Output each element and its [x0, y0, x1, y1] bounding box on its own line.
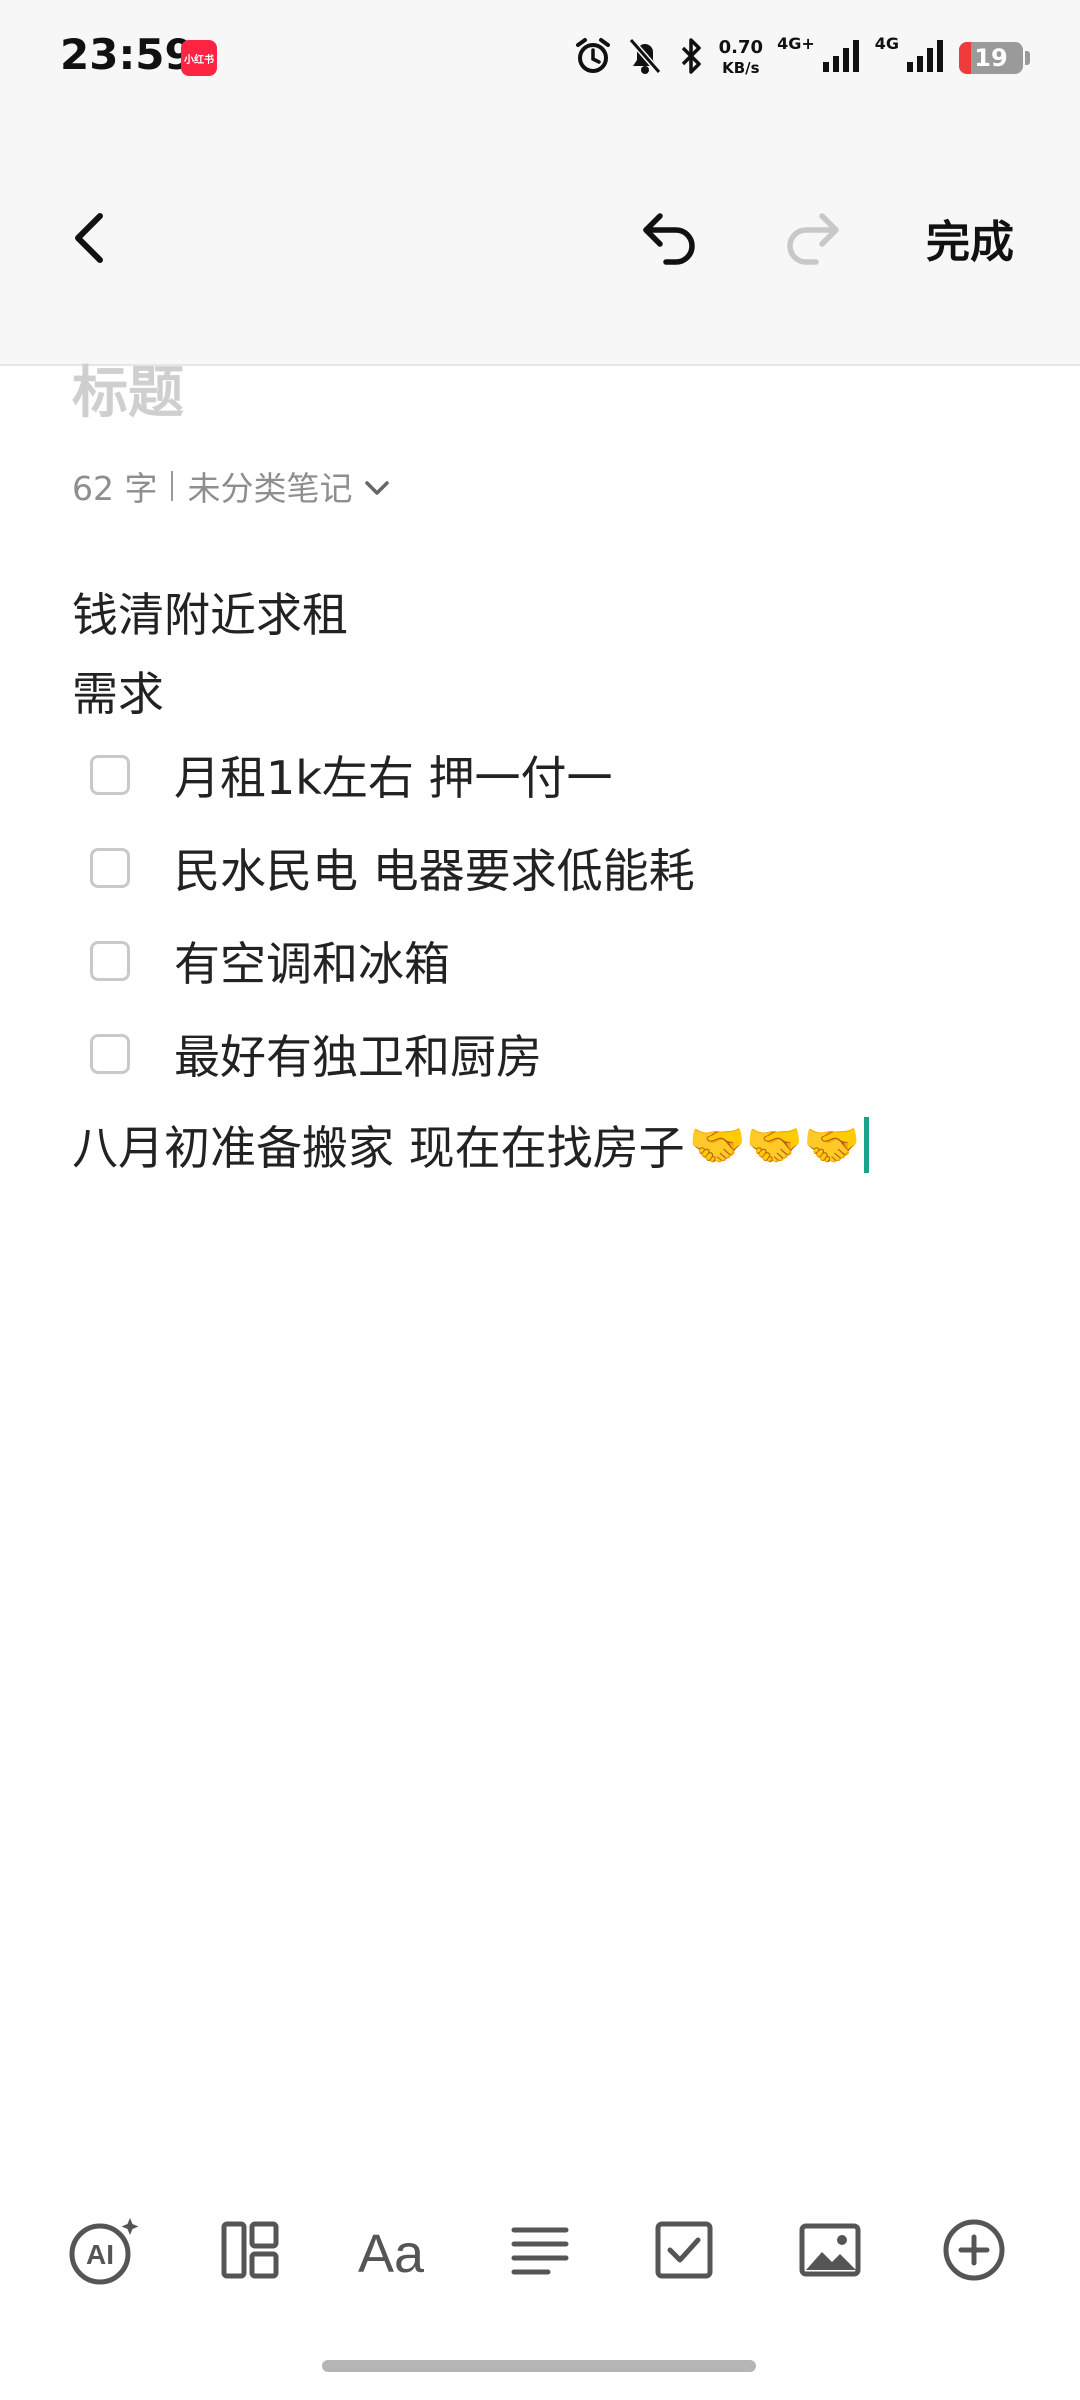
- format-toolbar: AI Aa: [0, 2200, 1080, 2300]
- app-badge: 小红书: [181, 40, 217, 76]
- bluetooth-icon: [677, 36, 705, 80]
- layout-icon[interactable]: [212, 2212, 288, 2288]
- signal-icon: [905, 38, 945, 78]
- note-line-text[interactable]: 八月初准备搬家 现在在找房子: [72, 1112, 685, 1178]
- chevron-left-icon: [75, 213, 103, 263]
- network-label-1: 4G+: [777, 34, 815, 53]
- checkbox[interactable]: [90, 847, 130, 888]
- font-icon[interactable]: Aa: [356, 2212, 432, 2288]
- svg-text:AI: AI: [86, 2239, 114, 2270]
- done-button[interactable]: 完成: [900, 198, 1040, 278]
- undo-icon: [643, 213, 695, 265]
- meta-divider: [171, 471, 174, 501]
- redo-button[interactable]: [772, 198, 852, 278]
- net-speed: 0.70 KB/s: [719, 38, 763, 78]
- checklist-text[interactable]: 月租1k左右 押一付一: [174, 742, 613, 808]
- checkbox-icon[interactable]: [646, 2212, 722, 2288]
- status-bar: 23:59 小红书 0.70 KB/s 4G+ 4G 19: [0, 0, 1080, 120]
- svg-text:Aa: Aa: [358, 2224, 425, 2282]
- category-selector[interactable]: 未分类笔记: [187, 462, 352, 510]
- checklist-item[interactable]: 民水民电 电器要求低能耗: [72, 821, 1032, 914]
- net-speed-unit: KB/s: [722, 59, 760, 77]
- word-count: 62 字: [72, 469, 158, 508]
- battery-icon: 19: [959, 42, 1023, 74]
- checklist-item[interactable]: 最好有独卫和厨房: [72, 1007, 1032, 1100]
- home-indicator[interactable]: [322, 2360, 756, 2372]
- signal-icon: [821, 38, 861, 78]
- status-icons: 0.70 KB/s 4G+ 4G 19: [573, 30, 1030, 86]
- undo-button[interactable]: [630, 198, 710, 278]
- checklist-text[interactable]: 有空调和冰箱: [174, 928, 450, 994]
- checklist-item[interactable]: 月租1k左右 押一付一: [72, 728, 1032, 821]
- checkbox[interactable]: [90, 1033, 130, 1074]
- ai-icon[interactable]: AI: [66, 2212, 142, 2288]
- chevron-down-icon[interactable]: [364, 467, 390, 506]
- align-icon[interactable]: [502, 2212, 578, 2288]
- editor-toolbar: 完成: [0, 120, 1080, 366]
- checklist-text[interactable]: 最好有独卫和厨房: [174, 1021, 542, 1087]
- image-icon[interactable]: [792, 2212, 868, 2288]
- redo-icon: [787, 213, 839, 265]
- note-meta: 62 字 未分类笔记: [72, 462, 390, 510]
- add-icon[interactable]: [936, 2212, 1012, 2288]
- checklist-text[interactable]: 民水民电 电器要求低能耗: [174, 835, 695, 901]
- battery-level: 19: [974, 44, 1008, 72]
- net-speed-value: 0.70: [718, 37, 764, 58]
- alarm-icon: [573, 36, 613, 80]
- note-body[interactable]: 钱清附近求租 需求 月租1k左右 押一付一 民水民电 电器要求低能耗 有空调和冰…: [72, 570, 1032, 1190]
- checkbox[interactable]: [90, 754, 130, 795]
- handshake-emoji: 🤝🤝🤝: [688, 1117, 861, 1172]
- title-input[interactable]: 标题: [72, 348, 184, 429]
- note-line[interactable]: 八月初准备搬家 现在在找房子 🤝🤝🤝: [72, 1100, 1032, 1190]
- bell-off-icon: [627, 36, 663, 80]
- network-label-2: 4G: [874, 34, 899, 53]
- note-line[interactable]: 需求: [72, 654, 1032, 728]
- status-time: 23:59: [60, 30, 194, 79]
- text-cursor: [864, 1117, 870, 1173]
- note-line[interactable]: 钱清附近求租: [72, 570, 1032, 654]
- back-button[interactable]: [56, 198, 120, 278]
- checkbox[interactable]: [90, 940, 130, 981]
- checklist-item[interactable]: 有空调和冰箱: [72, 914, 1032, 1007]
